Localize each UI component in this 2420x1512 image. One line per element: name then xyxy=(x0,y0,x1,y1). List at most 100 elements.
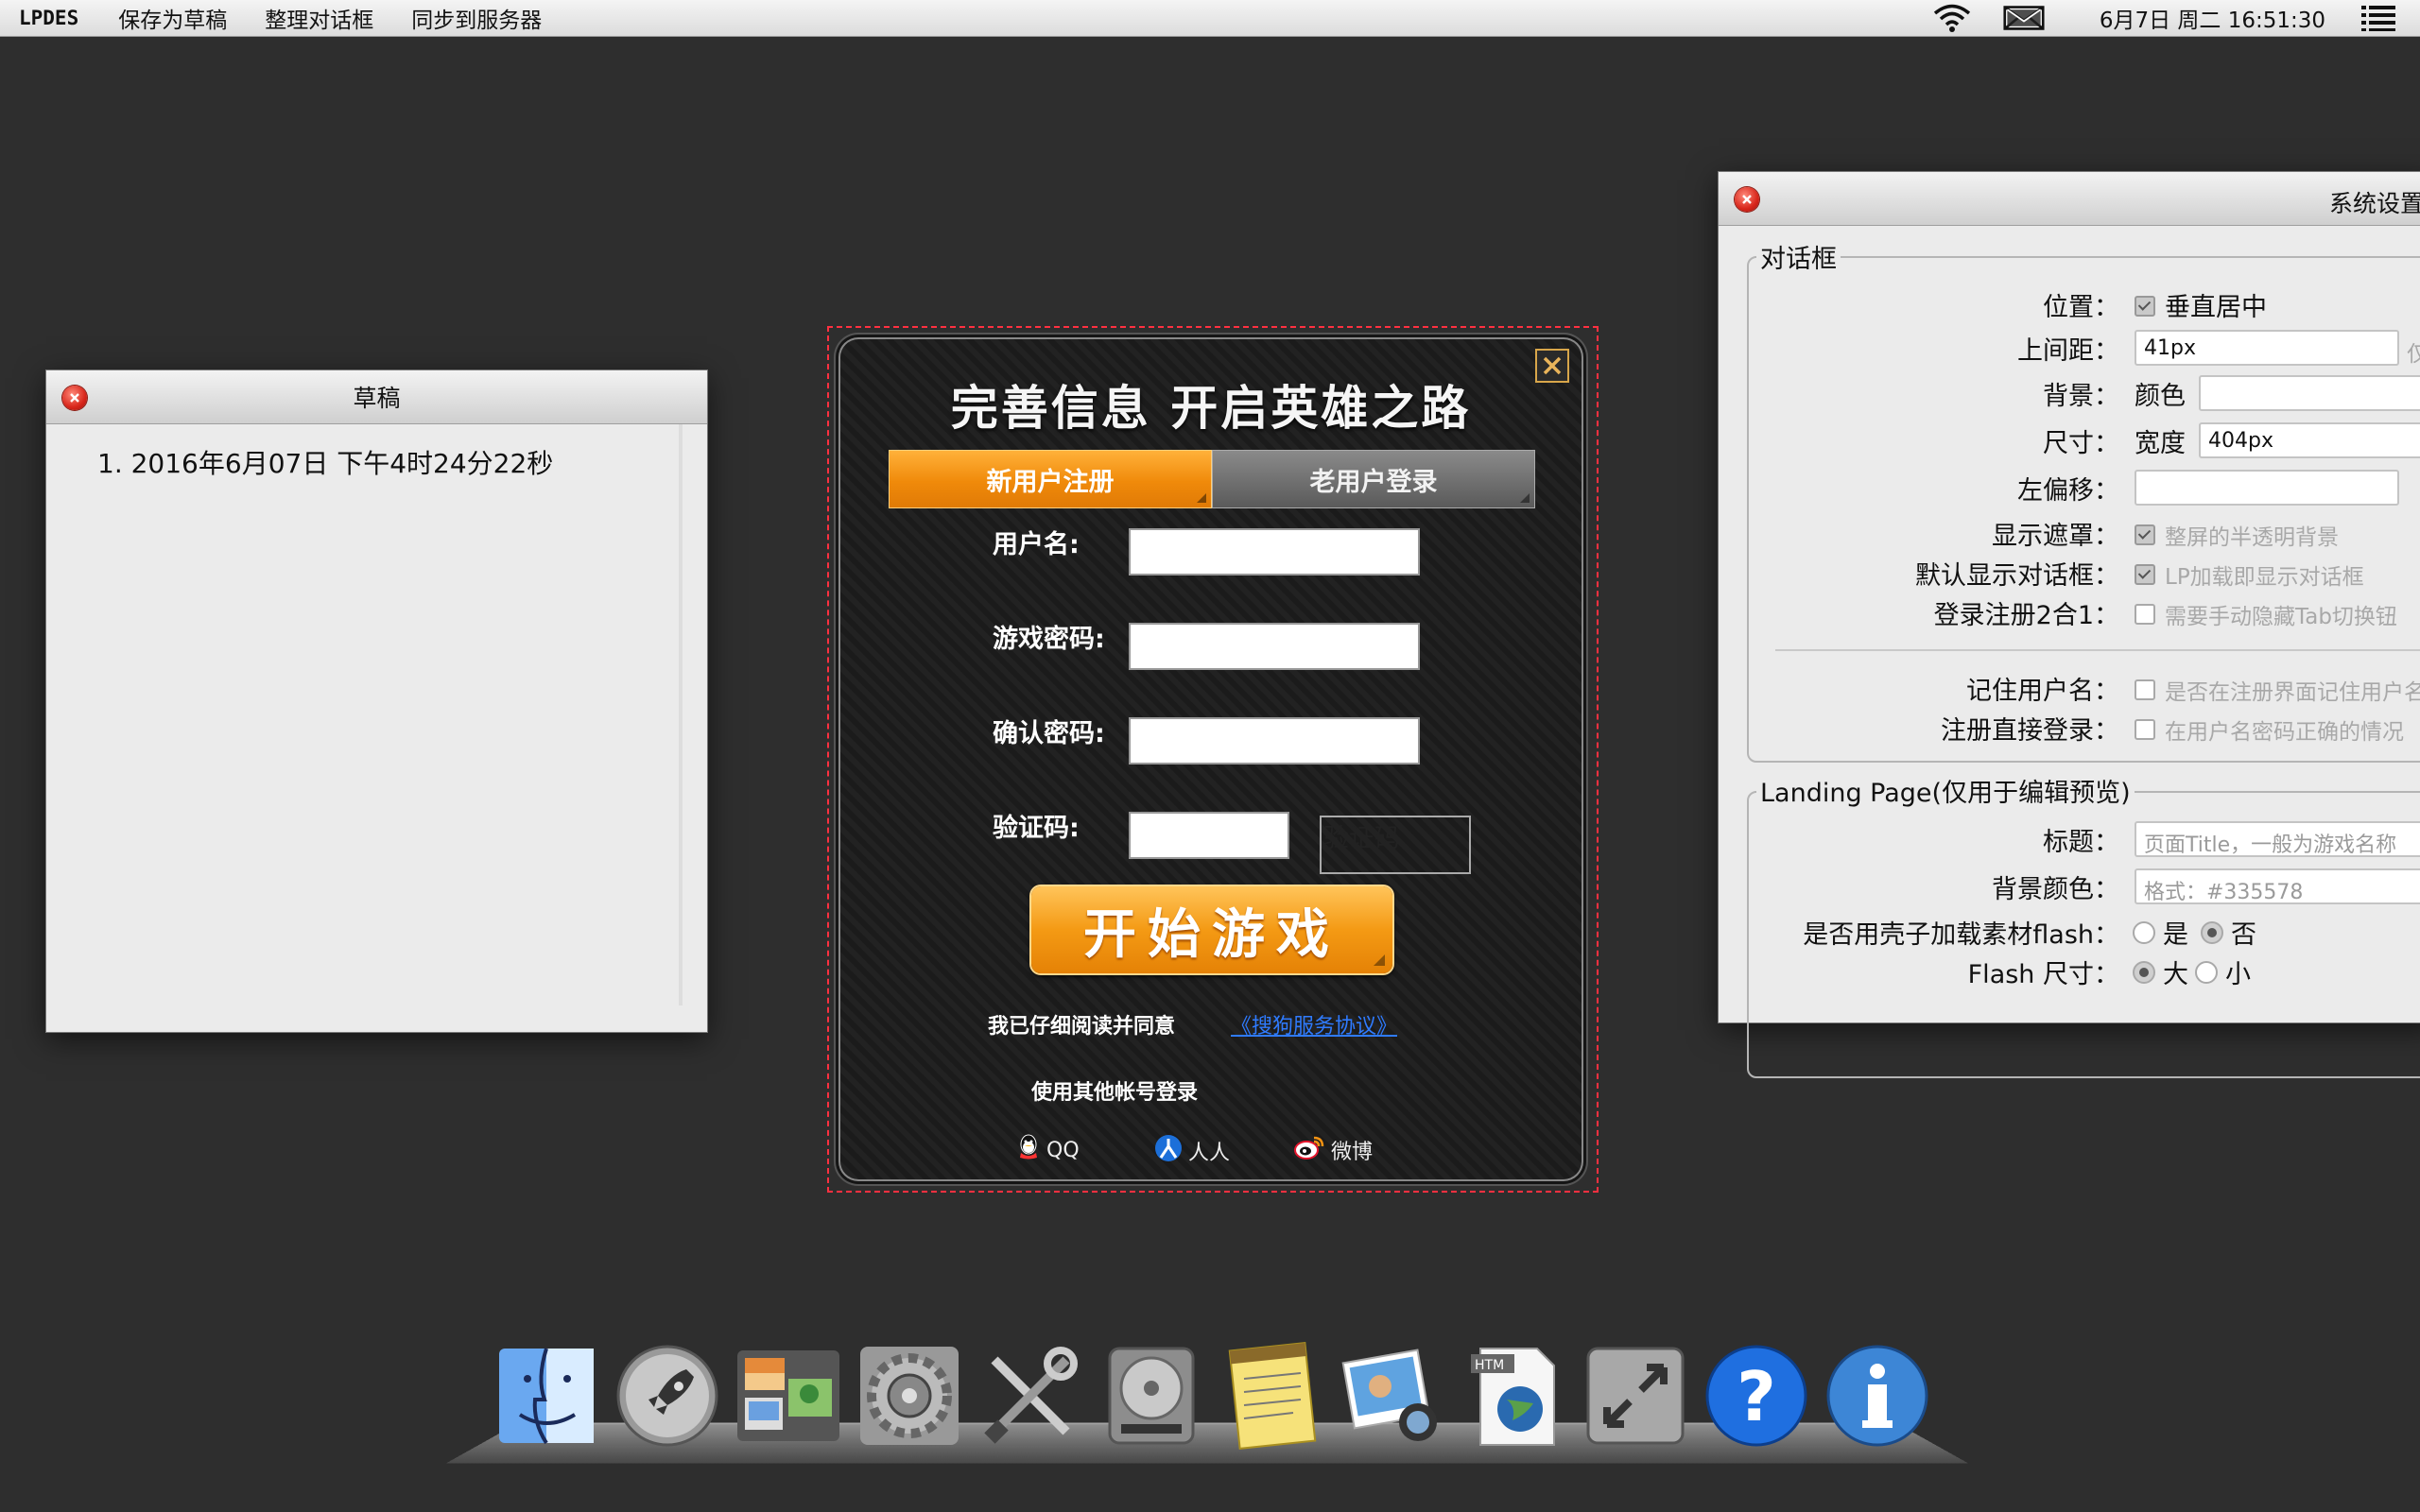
close-icon[interactable] xyxy=(62,386,87,410)
background-color-input[interactable] xyxy=(2199,375,2420,411)
login-register-label: 登录注册2合1： xyxy=(1933,601,2119,630)
flash-shell-no-radio[interactable] xyxy=(2201,921,2223,944)
renren-label: 人人 xyxy=(1188,1142,1231,1165)
start-game-label: 开始游戏 xyxy=(1083,902,1340,966)
background-label: 背景： xyxy=(2043,382,2119,411)
divider xyxy=(1775,649,2420,651)
dialog-title: 完善信息 开启英雄之路 xyxy=(950,380,1472,436)
position-label: 位置： xyxy=(2043,293,2119,322)
direct-login-checkbox[interactable] xyxy=(2135,719,2155,740)
position-value: 垂直居中 xyxy=(2165,293,2267,322)
scrollbar[interactable] xyxy=(679,424,683,1005)
remember-checkbox[interactable] xyxy=(2135,679,2155,700)
password-input[interactable] xyxy=(1129,623,1420,670)
tab-label: 新用户注册 xyxy=(986,467,1115,497)
title-label: 标题： xyxy=(2043,828,2119,857)
remember-hint: 是否在注册界面记住用户名 xyxy=(2165,680,2420,705)
mask-checkbox[interactable] xyxy=(2135,524,2155,545)
system-preferences-icon[interactable] xyxy=(855,1341,964,1451)
size-sub-label: 宽度 xyxy=(2135,429,2186,458)
menu-save-draft[interactable]: 保存为草稿 xyxy=(118,2,227,34)
dialog-group-legend: 对话框 xyxy=(1756,238,1841,275)
mask-label: 显示遮罩： xyxy=(1992,522,2119,551)
utilities-icon[interactable] xyxy=(976,1341,1085,1451)
login-register-hint: 需要手动隐藏Tab切换钮 xyxy=(2165,605,2397,629)
top-margin-label: 上间距： xyxy=(2017,336,2119,366)
app-name[interactable]: LPDES xyxy=(19,7,78,29)
other-login-label: 使用其他帐号登录 xyxy=(1031,1081,1199,1105)
game-register-dialog: 完善信息 开启英雄之路 新用户注册 老用户登录 用户名: 游戏密码: 确认密码:… xyxy=(834,333,1588,1186)
wifi-icon[interactable] xyxy=(1931,3,1973,33)
background-sub-label: 颜色 xyxy=(2135,382,2186,411)
default-show-label: 默认显示对话框： xyxy=(1915,561,2119,591)
default-show-checkbox[interactable] xyxy=(2135,564,2155,585)
flash-size-big-radio[interactable] xyxy=(2133,961,2155,984)
html-document-icon[interactable]: HTM xyxy=(1460,1341,1569,1451)
remember-label: 记住用户名： xyxy=(1966,677,2119,706)
resize-icon[interactable] xyxy=(1581,1341,1690,1451)
username-label: 用户名: xyxy=(993,530,1080,559)
photo-icon[interactable] xyxy=(1339,1341,1448,1451)
captcha-image[interactable]: 验证码 xyxy=(1320,816,1471,874)
login-register-checkbox[interactable] xyxy=(2135,604,2155,625)
mail-icon[interactable] xyxy=(2003,3,2045,33)
close-icon[interactable] xyxy=(1735,187,1759,212)
flash-shell-no-label: 否 xyxy=(2231,920,2256,950)
close-icon[interactable] xyxy=(1535,349,1569,383)
weibo-label: 微博 xyxy=(1331,1141,1374,1164)
list-icon[interactable] xyxy=(2358,3,2399,33)
flash-size-big-label: 大 xyxy=(2163,960,2188,989)
draft-entry[interactable]: 1. 2016年6月07日 下午4时24分22秒 xyxy=(97,443,553,481)
left-offset-input[interactable] xyxy=(2135,470,2399,506)
flash-shell-yes-label: 是 xyxy=(2163,920,2188,950)
dock: HTM ? xyxy=(492,1328,1928,1451)
size-label: 尺寸： xyxy=(2043,429,2119,458)
help-icon[interactable]: ? xyxy=(1702,1341,1811,1451)
svg-text:HTM: HTM xyxy=(1475,1358,1504,1373)
notes-icon[interactable] xyxy=(1218,1341,1327,1451)
menu-organize-dialog[interactable]: 整理对话框 xyxy=(265,2,373,34)
disk-utility-icon[interactable] xyxy=(1097,1341,1206,1451)
flash-size-small-radio[interactable] xyxy=(2195,961,2218,984)
flash-size-small-label: 小 xyxy=(2225,960,2251,989)
finder-icon[interactable] xyxy=(492,1341,601,1451)
settings-body: 对话框 位置： 垂直居中 上间距： 41px 仅 背景： 颜色 尺寸： 宽度 4… xyxy=(1719,226,2420,1078)
tab-new-user-register[interactable]: 新用户注册 xyxy=(889,450,1212,508)
captcha-input[interactable] xyxy=(1129,812,1289,859)
settings-titlebar[interactable]: 系统设置 xyxy=(1719,172,2420,226)
page-title-input[interactable]: 页面Title，一般为游戏名称 xyxy=(2135,821,2420,857)
landing-group-legend: Landing Page(仅用于编辑预览) xyxy=(1756,772,2135,809)
confirm-password-label: 确认密码: xyxy=(993,719,1105,748)
left-offset-label: 左偏移： xyxy=(2017,476,2119,506)
renren-login[interactable]: 人人 xyxy=(1154,1134,1230,1168)
flash-shell-yes-radio[interactable] xyxy=(2133,921,2155,944)
tab-existing-user-login[interactable]: 老用户登录 xyxy=(1212,450,1535,508)
menubar-clock[interactable]: 6月7日 周二 16:51:30 xyxy=(2100,2,2325,34)
launchpad-icon[interactable] xyxy=(613,1341,722,1451)
position-center-checkbox[interactable] xyxy=(2135,296,2155,317)
captcha-text: 验证码 xyxy=(1323,824,1400,853)
menu-sync-server[interactable]: 同步到服务器 xyxy=(411,2,542,34)
top-margin-input[interactable]: 41px xyxy=(2135,330,2399,366)
draft-title: 草稿 xyxy=(353,385,401,412)
start-game-button[interactable]: 开始游戏 xyxy=(1031,886,1392,973)
username-input[interactable] xyxy=(1129,528,1420,576)
bgcolor-input[interactable]: 格式：#335578 xyxy=(2135,868,2420,904)
direct-login-label: 注册直接登录： xyxy=(1941,716,2119,746)
direct-login-hint: 在用户名密码正确的情况 xyxy=(2165,720,2404,745)
confirm-password-input[interactable] xyxy=(1129,717,1420,765)
captcha-label: 验证码: xyxy=(993,814,1080,843)
menubar: LPDES 保存为草稿 整理对话框 同步到服务器 6月7日 周二 16:51:3… xyxy=(0,0,2420,37)
qq-login[interactable]: QQ xyxy=(1016,1134,1080,1166)
width-input[interactable]: 404px xyxy=(2199,422,2420,458)
flash-shell-label: 是否用壳子加载素材flash： xyxy=(1803,920,2119,950)
preview-icon[interactable] xyxy=(734,1341,843,1451)
agree-text: 我已仔细阅读并同意 xyxy=(988,1015,1176,1039)
draft-titlebar[interactable]: 草稿 xyxy=(46,370,707,424)
mask-hint: 整屏的半透明背景 xyxy=(2165,525,2339,550)
dialog-selection-frame[interactable]: 完善信息 开启英雄之路 新用户注册 老用户登录 用户名: 游戏密码: 确认密码:… xyxy=(827,326,1599,1193)
service-agreement-link[interactable]: 《搜狗服务协议》 xyxy=(1231,1009,1397,1040)
svg-text:?: ? xyxy=(1737,1357,1776,1436)
info-icon[interactable] xyxy=(1823,1341,1932,1451)
weibo-login[interactable]: 微博 xyxy=(1293,1134,1373,1166)
